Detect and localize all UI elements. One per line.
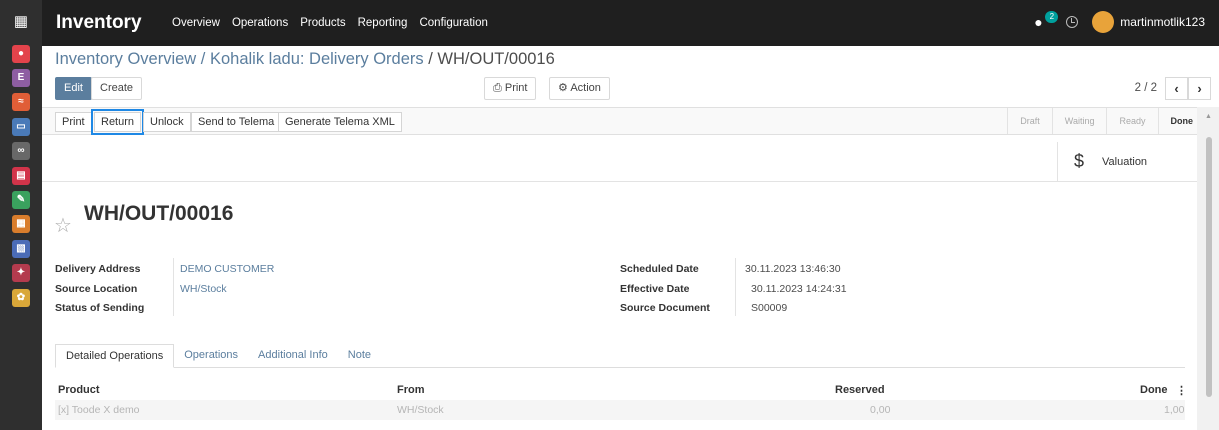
activity-clock-icon[interactable] [1066, 16, 1079, 28]
print-button[interactable]: Print [55, 112, 92, 132]
column-reserved[interactable]: Reserved [835, 384, 885, 396]
user-menu[interactable]: martinmotlik123 [1092, 11, 1205, 33]
send-to-telema-button[interactable]: Send to Telema [191, 112, 282, 132]
table-row[interactable]: [x] Toode X demo WH/Stock 0,00 1,00 [55, 400, 1185, 420]
dollar-icon: $ [1074, 151, 1085, 171]
print-dropdown-button[interactable]: ⎙ Print [484, 77, 537, 100]
settings-app-icon[interactable]: ✿ [12, 289, 30, 307]
column-done[interactable]: Done [1140, 384, 1168, 396]
avatar [1092, 11, 1115, 33]
tools-app-icon[interactable]: ✎ [12, 191, 30, 209]
chat-badge: 2 [1045, 11, 1059, 23]
documents-app-icon[interactable]: ▦ [12, 215, 30, 233]
tab-note[interactable]: Note [338, 344, 381, 368]
app-sidebar: ▦ ● E ≈ ▭ ∞ ▤ ✎ ▦ ▧ ✦ ✿ [0, 0, 42, 430]
edit-button[interactable]: Edit [55, 77, 92, 100]
stage-pipeline: Draft Waiting Ready Done [1007, 108, 1205, 134]
row-product: [x] Toode X demo [58, 404, 140, 416]
star-icon[interactable]: ☆ [54, 213, 72, 238]
unlock-button[interactable]: Unlock [143, 112, 191, 132]
effective-date-label: Effective Date [620, 283, 690, 295]
print-dropdown-label: Print [504, 82, 528, 94]
table-header: Product From Reserved Done ⋮ [55, 380, 1187, 400]
print-icon: ⎙ [493, 82, 505, 94]
chat-icon[interactable]: ● 2 [1034, 11, 1059, 29]
pager-next-icon[interactable]: › [1188, 77, 1211, 100]
pager-buttons: ‹ › [1165, 77, 1211, 100]
app-grid-icon[interactable]: ▦ [13, 14, 29, 29]
delivery-address-label: Delivery Address [55, 263, 141, 275]
row-done: 1,00 [1164, 404, 1185, 416]
sheets-app-icon[interactable]: ▧ [12, 240, 30, 258]
navbar-systray: ● 2 martinmotlik123 [1034, 11, 1205, 33]
scheduled-date-label: Scheduled Date [620, 263, 699, 275]
effective-date-value: 30.11.2023 14:24:31 [751, 283, 847, 295]
tab-operations[interactable]: Operations [174, 344, 248, 368]
page-title: WH/OUT/00016 [84, 202, 234, 225]
link-app-icon[interactable]: ∞ [12, 142, 30, 160]
apps-app-icon[interactable]: ✦ [12, 264, 30, 282]
row-from: WH/Stock [397, 404, 444, 416]
return-button[interactable]: Return [90, 109, 145, 135]
scrollbar[interactable]: ▲ [1197, 107, 1219, 430]
generate-telema-xml-button[interactable]: Generate Telema XML [278, 112, 402, 132]
stage-draft[interactable]: Draft [1007, 108, 1052, 134]
column-options-icon[interactable]: ⋮ [1176, 384, 1187, 397]
valuation-button[interactable]: $ Valuation [1057, 142, 1197, 182]
tab-additional-info[interactable]: Additional Info [248, 344, 338, 368]
scheduled-date-value: 30.11.2023 13:46:30 [745, 263, 841, 275]
username: martinmotlik123 [1120, 15, 1205, 29]
stage-ready[interactable]: Ready [1106, 108, 1157, 134]
top-navbar: Inventory Overview Operations Products R… [42, 0, 1219, 46]
breadcrumb-parent[interactable]: Inventory Overview / Kohalik ladu: Deliv… [55, 50, 424, 68]
inventory-app-icon[interactable]: ▤ [12, 167, 30, 185]
breadcrumb-separator: / [423, 50, 438, 68]
scroll-up-icon[interactable]: ▲ [1205, 113, 1212, 120]
notebook-tabs: Detailed Operations Operations Additiona… [55, 344, 1185, 368]
pager-previous-icon[interactable]: ‹ [1165, 77, 1188, 100]
field-divider-right [735, 258, 736, 316]
menu-configuration[interactable]: Configuration [419, 17, 487, 29]
smart-button-box: $ Valuation [42, 142, 1197, 182]
status-bar: Print Return Unlock Send to Telema Gener… [42, 107, 1219, 135]
tab-detailed-operations[interactable]: Detailed Operations [55, 344, 175, 368]
source-document-label: Source Document [620, 302, 710, 314]
field-divider [173, 258, 174, 316]
create-button[interactable]: Create [91, 77, 143, 100]
delivery-address-value[interactable]: DEMO CUSTOMER [180, 263, 274, 275]
breadcrumb-current: WH/OUT/00016 [437, 50, 555, 68]
column-product[interactable]: Product [58, 384, 100, 396]
source-document-value: S00009 [751, 302, 788, 314]
menu-products[interactable]: Products [300, 17, 345, 29]
menu-operations[interactable]: Operations [232, 17, 288, 29]
status-of-sending-label: Status of Sending [55, 302, 145, 314]
column-from[interactable]: From [397, 384, 425, 396]
source-location-value[interactable]: WH/Stock [180, 283, 227, 295]
pager-value: 2 / 2 [1134, 82, 1157, 94]
stage-waiting[interactable]: Waiting [1051, 108, 1107, 134]
valuation-label: Valuation [1102, 156, 1148, 168]
app-brand[interactable]: Inventory [56, 12, 142, 34]
discuss-app-icon[interactable]: ● [12, 45, 30, 63]
menu-reporting[interactable]: Reporting [358, 17, 408, 29]
employees-app-icon[interactable]: E [12, 69, 30, 87]
reporting-app-icon[interactable]: ≈ [12, 93, 30, 111]
gear-icon: ⚙ [558, 82, 571, 94]
row-reserved: 0,00 [870, 404, 891, 416]
action-dropdown-button[interactable]: ⚙ Action [549, 77, 610, 100]
breadcrumb: Inventory Overview / Kohalik ladu: Deliv… [55, 50, 555, 69]
action-dropdown-label: Action [570, 82, 601, 94]
invoicing-app-icon[interactable]: ▭ [12, 118, 30, 136]
source-location-label: Source Location [55, 283, 138, 295]
scroll-thumb[interactable] [1206, 137, 1212, 397]
menu-overview[interactable]: Overview [172, 17, 220, 29]
main-menu: Overview Operations Products Reporting C… [172, 17, 488, 29]
